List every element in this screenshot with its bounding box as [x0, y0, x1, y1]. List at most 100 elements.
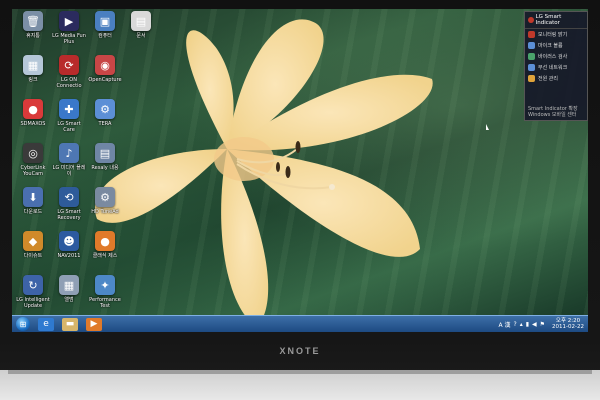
gadget-item[interactable]: 전원 관리	[525, 73, 587, 84]
desktop-icon-label: TERA	[98, 121, 112, 127]
language-indicator[interactable]: A 漢	[498, 320, 510, 329]
desktop-icon[interactable]: ◉ OpenCapture	[88, 55, 122, 83]
smart-indicator-gadget[interactable]: LG Smart Indicator 모니터링 밝기마이크 볼륨바이러스 검사무…	[524, 11, 588, 121]
gadget-header: LG Smart Indicator	[525, 12, 587, 29]
clock-date: 2011-02-22	[552, 324, 584, 330]
flag-icon[interactable]: ⚑	[540, 321, 545, 328]
desktop-icon-glyph-icon: ●	[95, 231, 115, 251]
taskbar-pinned: e ▬ ▶	[30, 317, 102, 331]
desktop-icon[interactable]: ▤ Resaly 내용	[88, 143, 122, 171]
desktop-icon-glyph-icon: ◉	[95, 55, 115, 75]
desktop-icon-glyph-icon: ⚙	[95, 187, 115, 207]
network-icon[interactable]: ▮	[526, 321, 529, 328]
tray-chevron-icon[interactable]: ▴	[520, 321, 523, 328]
lg-logo-icon	[528, 17, 534, 23]
desktop-icon[interactable]: ▶ LG Media Fun Plus	[52, 11, 86, 45]
gadget-items: 모니터링 밝기마이크 볼륨바이러스 검사무선 네트워크전원 관리	[525, 29, 587, 84]
desktop-icon-glyph-icon: ⚙	[95, 99, 115, 119]
desktop-icon[interactable]: ◆ 다이슈트	[16, 231, 50, 259]
gadget-item-label: 무선 네트워크	[538, 64, 568, 71]
gadget-item-icon	[528, 31, 535, 38]
desktop-icon-label: Resaly 내용	[91, 165, 119, 171]
mouse-cursor-icon	[486, 124, 489, 130]
desktop-icon-glyph-icon: ▦	[59, 275, 79, 295]
desktop-icon-label: 컴퓨터	[98, 33, 112, 39]
gadget-footer-mobility[interactable]: Windows 모바일 센터	[528, 112, 584, 118]
desktop-icon-label: 다운로드	[23, 209, 43, 215]
gadget-item-icon	[528, 53, 535, 60]
desktop-icon-glyph-icon: ▤	[95, 143, 115, 163]
gadget-item[interactable]: 바이러스 검사	[525, 51, 587, 62]
gadget-item-label: 마이크 볼륨	[538, 42, 563, 49]
gadget-item-icon	[528, 42, 535, 49]
desktop-icon[interactable]: ▤ 문서	[124, 11, 158, 39]
desktop-icon[interactable]: ▣ 컴퓨터	[88, 11, 122, 39]
desktop-icon[interactable]: ⚙ HD TuneAd	[88, 187, 122, 215]
start-button[interactable]: ⊞	[16, 317, 30, 331]
help-icon[interactable]: ?	[514, 321, 517, 328]
desktop-icon-label: LG Intelligent Update	[16, 297, 50, 309]
desktop-icon-label: OpenCapture	[88, 77, 122, 83]
desktop-icon[interactable]: ▦ 링크	[16, 55, 50, 83]
gadget-item-label: 전원 관리	[538, 75, 558, 82]
gadget-item[interactable]: 무선 네트워크	[525, 62, 587, 73]
taskbar-media-player-button[interactable]: ▶	[86, 317, 102, 331]
desktop-icon[interactable]: 🗑 휴지통	[16, 11, 50, 39]
desktop-icon-label: NAV2011	[57, 253, 81, 259]
taskbar-explorer-button[interactable]: ▬	[62, 317, 78, 331]
desktop-icon[interactable]: ⬇ 다운로드	[16, 187, 50, 215]
desktop-icon[interactable]: ✚ LG Smart Care	[52, 99, 86, 133]
gadget-title: LG Smart Indicator	[535, 14, 562, 26]
desktop-icon-glyph-icon: ◆	[23, 231, 43, 251]
desktop-icon-glyph-icon: ⟳	[59, 55, 79, 75]
desktop-icon-label: 다이슈트	[23, 253, 43, 259]
desktop-icon[interactable]: ● SDMAXOS	[16, 99, 50, 127]
desktop-icon[interactable]: ⟳ LG ON Connectio	[52, 55, 86, 89]
gadget-item-label: 모니터링 밝기	[538, 31, 568, 38]
gadget-item-icon	[528, 64, 535, 71]
desktop-icon-label: LG ON Connectio	[56, 77, 82, 89]
gadget-item[interactable]: 마이크 볼륨	[525, 40, 587, 51]
desktop-icon-label: 클래식 제스	[92, 253, 118, 259]
desktop-icon-label: CyberLink YouCam	[20, 165, 46, 177]
desktop-icon-glyph-icon: ↻	[23, 275, 43, 295]
desktop-icon-label: 링크	[28, 77, 38, 83]
desktop-icon[interactable]: ✦ Performance Test	[88, 275, 122, 309]
taskbar-ie-button[interactable]: e	[38, 317, 54, 331]
desktop-icon-glyph-icon: ▤	[131, 11, 151, 31]
desktop-icon-label: LG Smart Recovery	[57, 209, 81, 221]
desktop-icon[interactable]: ▦ 앨범	[52, 275, 86, 303]
desktop-icon-glyph-icon: ☻	[59, 231, 79, 251]
desktop-icon-glyph-icon: ✚	[59, 99, 79, 119]
laptop-base	[0, 370, 600, 400]
desktop-icon-glyph-icon: ◎	[23, 143, 43, 163]
desktop-icon-label: Performance Test	[89, 297, 121, 309]
desktop-icon[interactable]: ↻ LG Intelligent Update	[16, 275, 50, 309]
desktop-icon-label: 문서	[136, 33, 146, 39]
system-tray: A 漢 ? ▴ ▮ ◀ ⚑ 오후 2:20 2011-02-22	[498, 316, 584, 332]
clock[interactable]: 오후 2:20 2011-02-22	[552, 318, 584, 330]
desktop-icon[interactable]: ☻ NAV2011	[52, 231, 86, 259]
desktop-icon-glyph-icon: ▣	[95, 11, 115, 31]
brand-logo: XNOTE	[279, 346, 321, 356]
desktop-icon[interactable]: ◎ CyberLink YouCam	[16, 143, 50, 177]
desktop-icon-glyph-icon: ⟲	[59, 187, 79, 207]
desktop-icon-glyph-icon: 🗑	[23, 11, 43, 31]
desktop-icon-glyph-icon: ●	[23, 99, 43, 119]
desktop-icon[interactable]: ● 클래식 제스	[88, 231, 122, 259]
desktop-icon-label: LG Media Fun Plus	[52, 33, 86, 45]
desktop-icon-glyph-icon: ✦	[95, 275, 115, 295]
desktop-icon[interactable]: ⟲ LG Smart Recovery	[52, 187, 86, 221]
desktop-icon-label: HD TuneAd	[91, 209, 119, 215]
desktop-icon-label: 앨범	[64, 297, 74, 303]
desktop-icon-glyph-icon: ▦	[23, 55, 43, 75]
volume-icon[interactable]: ◀	[532, 321, 537, 328]
base-lip	[8, 370, 592, 374]
desktop-icon[interactable]: ♪ LG 미디어 플레이	[52, 143, 86, 177]
gadget-item[interactable]: 모니터링 밝기	[525, 29, 587, 40]
desktop-icon-label: SDMAXOS	[20, 121, 46, 127]
desktop-screen: 🗑 휴지통 ▶ LG Media Fun Plus ▣ 컴퓨터 ▤ 문서 ▦ 링크 ⟳ LG ON C…	[12, 9, 588, 332]
taskbar: ⊞ e ▬ ▶ A 漢 ? ▴ ▮ ◀ ⚑ 오후 2:20 2011-02-22	[12, 315, 588, 332]
gadget-footer: Smart Indicator 확장 Windows 모바일 센터	[528, 106, 584, 118]
desktop-icon[interactable]: ⚙ TERA	[88, 99, 122, 127]
